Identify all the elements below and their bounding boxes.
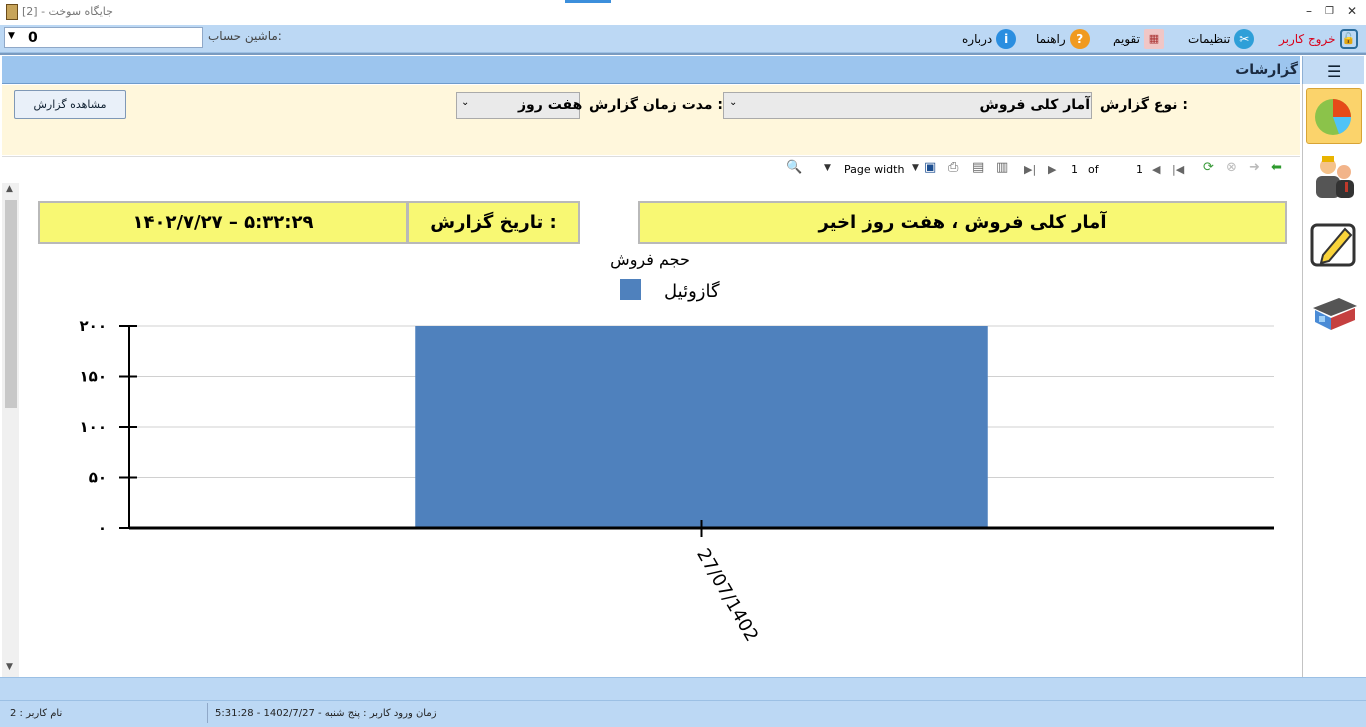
status-bar-top — [0, 677, 1366, 700]
help-button[interactable]: ? راهنما — [1036, 28, 1090, 50]
side-item-reports[interactable] — [1306, 88, 1362, 144]
report-title: آمار کلی فروش ، هفت روز اخیر — [638, 201, 1287, 244]
sales-chart: حجم فروش گازوئیل ۰ ۵۰ ۱۰۰ ۱۵۰ ۲۰۰ 27/07/1402 — [80, 250, 1274, 645]
y-tick-label: ۱۵۰ — [80, 368, 107, 386]
account-label: ماشین حساب: — [208, 29, 282, 43]
close-icon[interactable]: ✕ — [1347, 4, 1357, 18]
status-login-time: زمان ورود کاربر : پنج شنبه - 1402/7/27 -… — [215, 708, 437, 719]
bar — [415, 326, 988, 528]
app-icon — [6, 4, 18, 20]
y-tick-label: ۱۰۰ — [80, 418, 107, 436]
status-divider — [207, 703, 208, 723]
pie-chart-icon — [1315, 99, 1351, 135]
print-layout-icon[interactable]: ▤ — [972, 160, 984, 175]
viewer-toolbar — [2, 156, 1300, 183]
last-page-icon[interactable]: ▶| — [1024, 163, 1036, 176]
duration-value: هفت روز — [518, 97, 583, 113]
active-indicator — [565, 0, 611, 3]
previous-page-icon[interactable]: ◀ — [1152, 163, 1160, 176]
save-icon[interactable]: ▣ — [924, 160, 936, 175]
hamburger-icon[interactable]: ☰ — [1327, 62, 1341, 81]
about-label: درباره — [962, 32, 993, 46]
zoom-mode-select[interactable]: Page width — [844, 163, 904, 176]
stop-icon[interactable]: ⊗ — [1226, 160, 1237, 175]
legend-label: گازوئیل — [664, 280, 720, 302]
print-icon[interactable]: ⎙ — [948, 160, 958, 175]
report-date-label: تاریخ گزارش : — [407, 201, 580, 244]
title-bar — [0, 0, 1366, 25]
search-icon[interactable]: 🔍 — [786, 160, 802, 175]
status-user: نام کاربر : 2 — [10, 708, 63, 719]
page-input[interactable]: 1 — [1136, 163, 1143, 176]
chevron-down-icon[interactable]: ⌄ — [461, 97, 469, 108]
account-value: 0 — [28, 30, 38, 46]
chart-title: حجم فروش — [610, 250, 690, 270]
help-label: راهنما — [1036, 32, 1066, 46]
duration-label: مدت زمان گزارش : — [589, 97, 724, 113]
scroll-up-icon[interactable]: ▲ — [6, 184, 13, 194]
y-tick-label: ۲۰۰ — [80, 317, 107, 335]
page-setup-icon[interactable]: ▥ — [996, 160, 1008, 175]
view-report-button[interactable]: مشاهده گزارش — [14, 90, 126, 119]
reports-header — [2, 56, 1300, 84]
report-date-value: ۱۴۰۲/۷/۲۷ – ۵:۳۲:۲۹ — [38, 201, 408, 244]
report-type-value: آمار کلی فروش — [979, 97, 1090, 113]
chevron-down-icon[interactable]: ▼ — [912, 163, 919, 173]
back-icon[interactable]: ⬅ — [1271, 160, 1282, 175]
next-page-icon[interactable]: ▶ — [1048, 163, 1056, 176]
minimize-icon[interactable]: – — [1306, 4, 1312, 18]
calendar-icon: ▦ — [1143, 29, 1164, 49]
y-tick-label: ۰ — [98, 519, 107, 537]
page-of-label: of — [1088, 163, 1099, 176]
info-icon: i — [996, 29, 1017, 49]
tools-icon: ✂ — [1234, 29, 1255, 49]
refresh-icon[interactable]: ⟳ — [1203, 160, 1214, 175]
x-tick-label: 27/07/1402 — [692, 545, 762, 645]
scroll-down-icon[interactable]: ▼ — [6, 662, 13, 672]
legend-swatch — [620, 279, 641, 300]
logout-button[interactable]: 🔓 خروج کاربر — [1279, 28, 1358, 50]
header-divider — [0, 53, 1366, 55]
status-bar — [0, 700, 1366, 727]
logout-label: خروج کاربر — [1279, 32, 1336, 46]
settings-label: تنظیمات — [1188, 32, 1231, 46]
first-page-icon[interactable]: |◀ — [1172, 163, 1184, 176]
side-item-edit[interactable] — [1306, 216, 1362, 272]
restore-icon[interactable]: ❐ — [1325, 6, 1334, 17]
gas-station-icon — [1313, 298, 1357, 330]
lock-icon: 🔓 — [1339, 29, 1358, 49]
report-type-label: نوع گزارش : — [1100, 97, 1188, 113]
calendar-label: تقویم — [1113, 32, 1140, 46]
window-title: [جایگاه سوخت - [2 — [22, 5, 113, 18]
about-button[interactable]: i درباره — [962, 28, 1017, 50]
chevron-down-icon[interactable]: ▼ — [824, 163, 831, 173]
scroll-thumb[interactable] — [5, 200, 17, 408]
y-tick-label: ۵۰ — [89, 469, 107, 487]
side-item-users[interactable] — [1306, 150, 1362, 206]
reports-title: گزارشات — [1235, 62, 1298, 78]
settings-button[interactable]: ✂ تنظیمات — [1188, 28, 1255, 50]
side-item-station[interactable] — [1306, 286, 1362, 342]
chevron-down-icon[interactable]: ⌄ — [729, 97, 737, 108]
users-icon — [1316, 156, 1354, 198]
page-current: 1 — [1071, 163, 1078, 176]
pencil-icon — [1310, 223, 1356, 267]
calendar-button[interactable]: ▦ تقویم — [1113, 28, 1164, 50]
forward-icon[interactable]: ➜ — [1249, 160, 1260, 175]
help-icon: ? — [1069, 29, 1090, 49]
filter-panel — [2, 85, 1300, 155]
chevron-down-icon[interactable]: ▼ — [8, 31, 15, 41]
